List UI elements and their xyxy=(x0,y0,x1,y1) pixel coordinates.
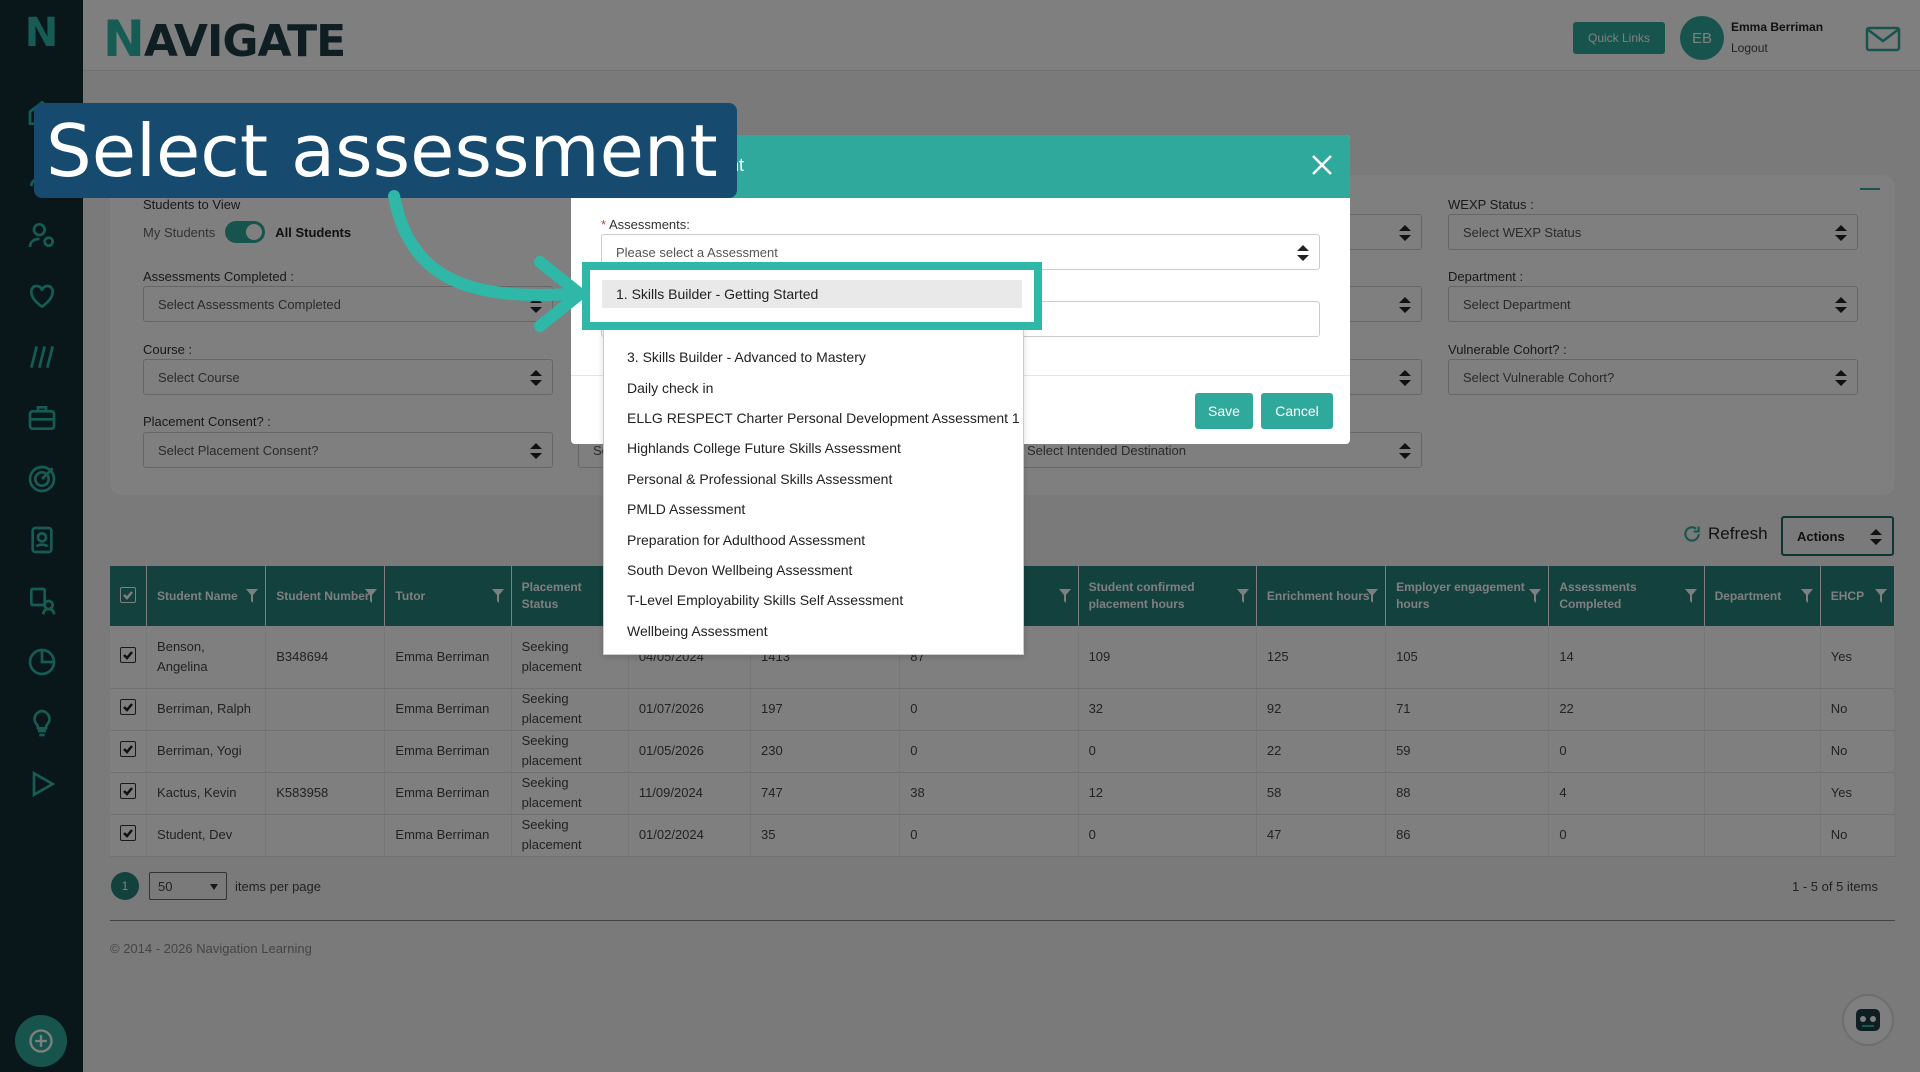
cancel-button[interactable]: Cancel xyxy=(1261,393,1333,429)
dropdown-option[interactable]: South Devon Wellbeing Assessment xyxy=(604,555,1023,585)
close-icon[interactable] xyxy=(1310,153,1334,177)
dropdown-option[interactable]: Preparation for Adulthood Assessment xyxy=(604,524,1023,554)
tutorial-arrow-icon xyxy=(388,190,586,332)
dropdown-option[interactable]: PMLD Assessment xyxy=(604,494,1023,524)
assessment-dropdown: 3. Skills Builder - Advanced to Mastery … xyxy=(603,281,1024,655)
dropdown-option[interactable]: T-Level Employability Skills Self Assess… xyxy=(604,585,1023,615)
highlight-box: 1. Skills Builder - Getting Started xyxy=(582,262,1042,330)
dropdown-option[interactable]: 3. Skills Builder - Advanced to Mastery xyxy=(604,342,1023,372)
dropdown-option-highlighted[interactable]: 1. Skills Builder - Getting Started xyxy=(602,280,1022,308)
dropdown-option[interactable]: Daily check in xyxy=(604,372,1023,402)
dropdown-option[interactable]: Personal & Professional Skills Assessmen… xyxy=(604,464,1023,494)
dropdown-option[interactable]: ELLG RESPECT Charter Personal Developmen… xyxy=(604,403,1023,433)
tutorial-callout: Select assessment xyxy=(34,103,737,198)
save-button[interactable]: Save xyxy=(1195,393,1253,429)
dropdown-option[interactable]: Highlands College Future Skills Assessme… xyxy=(604,433,1023,463)
sort-arrows-icon xyxy=(1297,245,1309,261)
assessments-label: * Assessments: xyxy=(601,217,690,232)
dropdown-option[interactable]: Wellbeing Assessment xyxy=(604,616,1023,646)
